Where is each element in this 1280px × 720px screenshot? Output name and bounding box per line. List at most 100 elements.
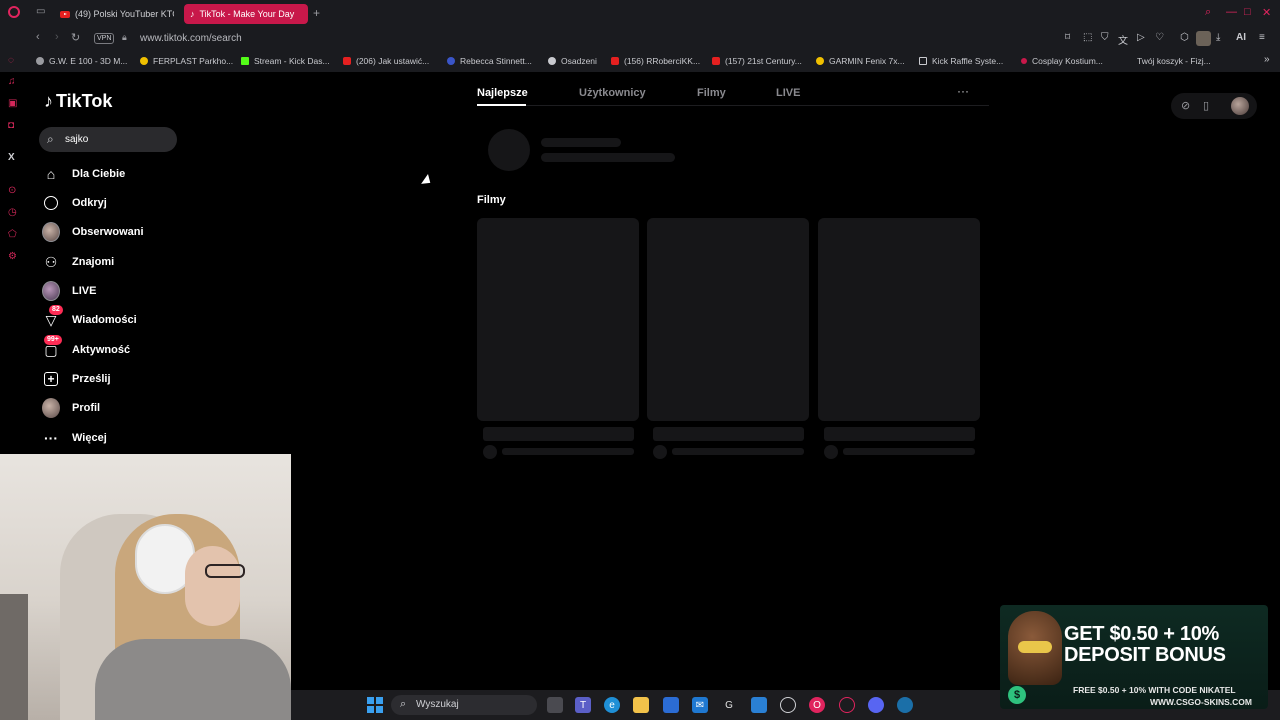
discord-icon[interactable]: [868, 697, 884, 713]
sidebar-item-for-you[interactable]: ⌂ Dla Ciebie: [42, 163, 125, 185]
clock-icon[interactable]: ◷: [8, 207, 17, 218]
opera-taskbar-icon[interactable]: O: [809, 697, 825, 713]
bookmark-item[interactable]: FERPLAST Parkho...: [140, 54, 233, 68]
tab-videos[interactable]: Filmy: [697, 87, 726, 99]
coins-icon[interactable]: ⊘: [1181, 99, 1190, 112]
sidebar-item-explore[interactable]: Odkryj: [42, 192, 107, 214]
video-author-skeleton-line: [502, 448, 634, 455]
url-field[interactable]: www.tiktok.com/search: [140, 33, 242, 44]
bookmark-item[interactable]: (156) RRoberciKK...: [611, 54, 700, 68]
reload-icon[interactable]: ↻: [71, 31, 80, 44]
extensions-icon[interactable]: ⬡: [1180, 32, 1189, 43]
x-icon[interactable]: X: [8, 152, 15, 163]
translate-icon[interactable]: 文: [1118, 32, 1128, 47]
mail-icon[interactable]: ✉: [692, 697, 708, 713]
bookmark-item[interactable]: Cosplay Kostium...: [1021, 54, 1103, 68]
sidebar-item-label: Aktywność: [72, 344, 131, 356]
sidebar-item-messages[interactable]: ▽ 82 Wiadomości: [42, 305, 137, 331]
tab-top[interactable]: Najlepsze: [477, 87, 528, 99]
video-card-skeleton[interactable]: [647, 218, 809, 421]
vpn-badge[interactable]: VPN: [94, 33, 115, 44]
edge-icon[interactable]: e: [604, 697, 620, 713]
bookmark-item[interactable]: Stream - Kick Das...: [241, 54, 330, 68]
tab-youtube[interactable]: (49) Polski YouTuber KTÓ: [54, 4, 174, 24]
bookmark-favicon-icon: [548, 57, 556, 65]
profile-avatar-icon[interactable]: [1196, 31, 1211, 46]
sidebar-item-following[interactable]: Obserwowani: [42, 221, 144, 243]
bookmark-item[interactable]: (157) 21st Century...: [712, 54, 802, 68]
user-avatar[interactable]: [1231, 97, 1249, 115]
stream-ad-banner: GET $0.50 + 10% DEPOSIT BONUS $ FREE $0.…: [1000, 605, 1268, 709]
activity-icon: ▢ 99+: [42, 335, 62, 359]
bookmarks-overflow-icon[interactable]: »: [1264, 54, 1270, 65]
player-sidebar-icon[interactable]: ♫: [8, 76, 16, 87]
windows-start-icon[interactable]: [367, 697, 383, 713]
bookmarks-bar: G.W. E 100 - 3D M... FERPLAST Parkho... …: [0, 50, 1280, 72]
more-options-icon[interactable]: ···: [957, 84, 969, 98]
history-icon[interactable]: ⊙: [8, 185, 16, 196]
bookmark-item[interactable]: G.W. E 100 - 3D M...: [36, 54, 127, 68]
menu-icon[interactable]: ≡: [1259, 32, 1265, 43]
bookmark-favicon-icon: [343, 57, 351, 65]
instagram-icon[interactable]: ◘: [8, 120, 14, 131]
wallet-icon[interactable]: ▣: [8, 98, 17, 109]
minimize-icon[interactable]: —: [1226, 6, 1237, 18]
search-bar[interactable]: ⌕: [39, 127, 177, 152]
aria-ai-button[interactable]: AI: [1236, 32, 1246, 43]
sidebar-item-friends[interactable]: ⚇ Znajomi: [42, 251, 114, 273]
bookmark-icon[interactable]: ⌑: [1065, 32, 1070, 43]
maximize-icon[interactable]: □: [1244, 6, 1251, 18]
tab-tiktok[interactable]: ♪ TikTok - Make Your Day: [184, 4, 308, 24]
video-card-skeleton[interactable]: [818, 218, 980, 421]
tiktok-logo[interactable]: ♪ TikTok: [44, 91, 112, 112]
opera-gx-taskbar-icon[interactable]: [839, 697, 855, 713]
video-author-skeleton-avatar: [483, 445, 497, 459]
file-explorer-icon[interactable]: [633, 697, 649, 713]
store-icon[interactable]: [663, 697, 679, 713]
forward-icon[interactable]: ›: [55, 31, 59, 43]
steam-icon[interactable]: [897, 697, 913, 713]
task-view-icon[interactable]: [547, 697, 563, 713]
taskbar-search[interactable]: ⌕ Wyszukaj: [391, 695, 537, 715]
extensions-sidebar-icon[interactable]: ⬠: [8, 229, 17, 240]
workspace-icon[interactable]: ▭: [36, 6, 45, 17]
tab-live[interactable]: LIVE: [776, 87, 800, 99]
adblock-icon[interactable]: ⛉: [1101, 32, 1109, 43]
app-icon[interactable]: [780, 697, 796, 713]
webcam-glasses: [205, 564, 245, 578]
bookmark-item[interactable]: Twój koszyk - Fizj...: [1124, 54, 1211, 68]
bookmark-favicon-icon: [712, 57, 720, 65]
close-icon[interactable]: ✕: [1262, 6, 1271, 19]
bookmark-item[interactable]: (206) Jak ustawić...: [343, 54, 429, 68]
settings-icon[interactable]: ⚙: [8, 251, 17, 262]
new-tab-button[interactable]: +: [313, 6, 320, 20]
sidebar-item-profile[interactable]: Profil: [42, 397, 100, 419]
bookmark-item[interactable]: GARMIN Fenix 7x...: [816, 54, 905, 68]
video-author-skeleton-avatar: [653, 445, 667, 459]
back-icon[interactable]: ‹: [36, 31, 40, 43]
bookmark-item[interactable]: Rebecca Stinnett...: [447, 54, 532, 68]
video-card-skeleton[interactable]: [477, 218, 639, 421]
bookmark-item[interactable]: Osadzeni: [548, 54, 597, 68]
lock-icon[interactable]: 🔒︎: [122, 32, 127, 43]
sidebar-item-more[interactable]: ··· Więcej: [42, 427, 107, 449]
messenger-icon[interactable]: ◌: [8, 55, 14, 66]
bookmark-item[interactable]: Kick Raffle Syste...: [919, 54, 1003, 68]
compass-icon: [42, 194, 60, 212]
app-icon[interactable]: [751, 697, 767, 713]
snapshot-icon[interactable]: ⬚: [1083, 32, 1092, 43]
sidebar-item-activity[interactable]: ▢ 99+ Aktywność: [42, 335, 131, 361]
search-input[interactable]: [65, 131, 165, 148]
teams-icon[interactable]: T: [575, 697, 591, 713]
sidebar-item-live[interactable]: LIVE: [42, 280, 96, 302]
app-icon[interactable]: G: [721, 697, 737, 713]
download-icon[interactable]: ⤓: [1216, 32, 1220, 43]
player-icon[interactable]: ▷: [1137, 32, 1145, 43]
heart-icon[interactable]: ♡: [1155, 32, 1164, 43]
device-icon[interactable]: ▯: [1203, 99, 1209, 112]
messages-icon: ▽ 82: [42, 305, 63, 329]
tab-users[interactable]: Użytkownicy: [579, 87, 646, 99]
search-tabs-icon[interactable]: ⌕: [1205, 6, 1211, 19]
sidebar-item-upload[interactable]: + Prześlij: [42, 368, 111, 390]
tab-label: (49) Polski YouTuber KTÓ: [75, 9, 174, 19]
